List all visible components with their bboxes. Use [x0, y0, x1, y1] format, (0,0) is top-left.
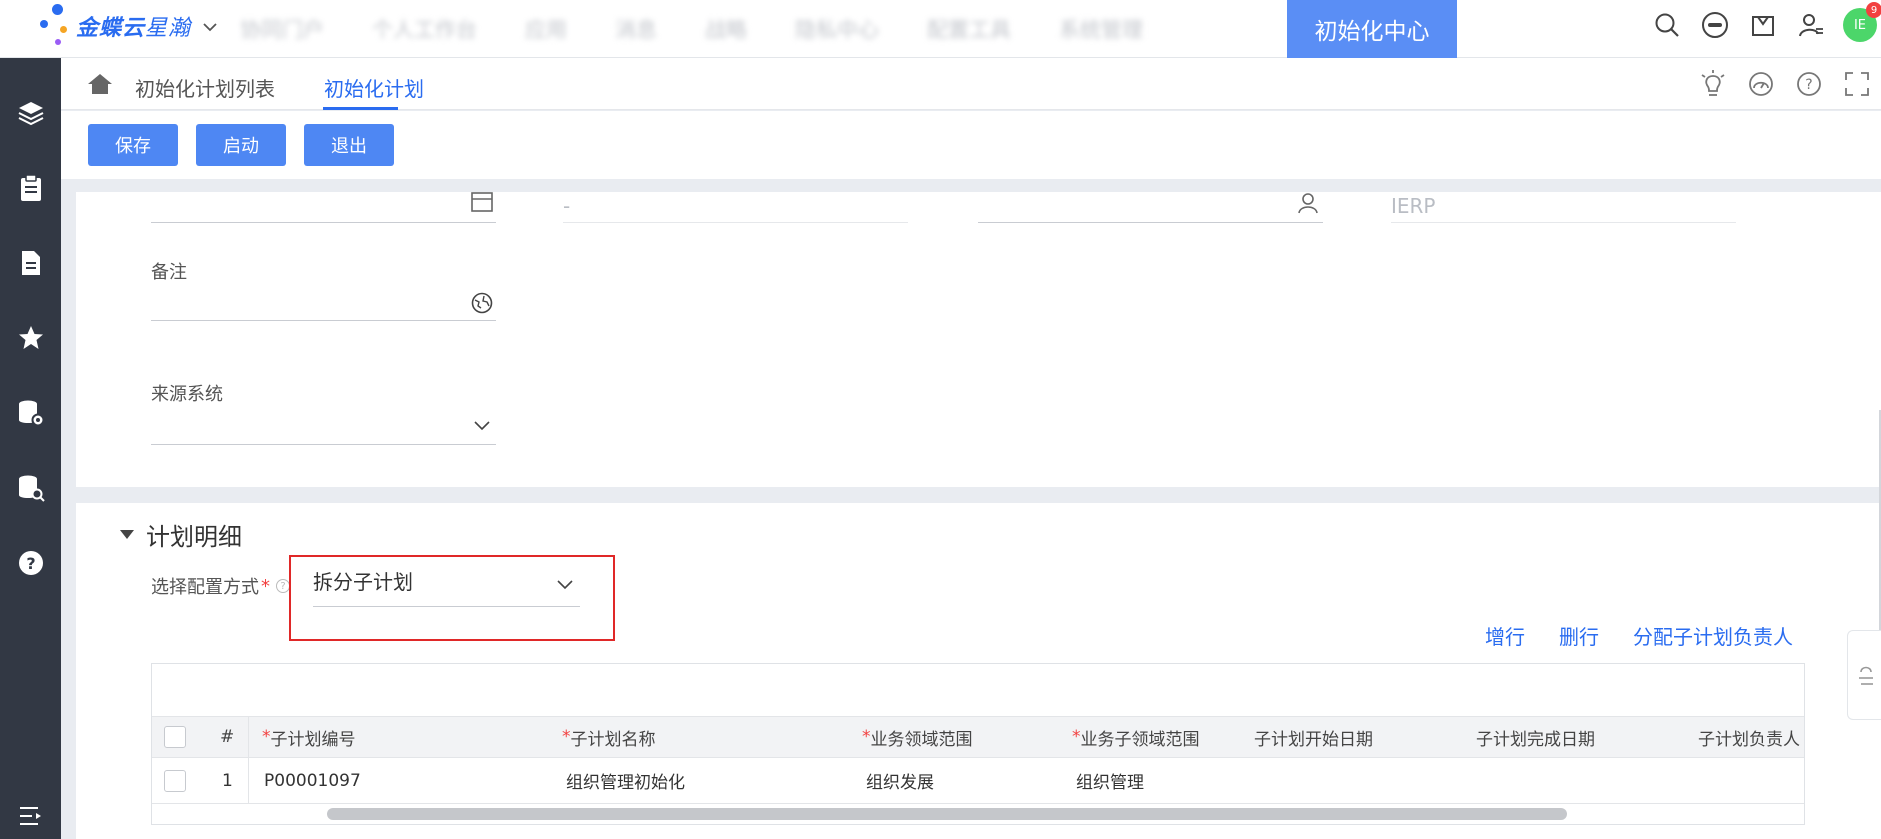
help-tooltip-icon[interactable]: ?	[276, 579, 290, 593]
column-header[interactable]: * 子计划名称	[562, 717, 656, 757]
logo-mark-icon	[38, 4, 74, 48]
table-row[interactable]: 1 P00001097 组织管理初始化 组织发展 组织管理	[152, 758, 1804, 804]
floating-side-tab[interactable]	[1847, 630, 1881, 720]
cloud-icon	[1858, 666, 1873, 685]
user-picker-icon[interactable]	[1298, 192, 1318, 219]
subdomain-cell[interactable]: 组织管理	[1076, 758, 1144, 803]
top-nav-item[interactable]: 消息	[615, 14, 657, 44]
source-system-label: 来源系统	[151, 384, 223, 405]
more-apps-icon[interactable]	[1691, 0, 1739, 50]
question-icon[interactable]: ?	[1785, 68, 1833, 100]
chevron-down-icon[interactable]	[557, 575, 573, 595]
calendar-icon[interactable]	[471, 192, 493, 217]
column-header[interactable]: * 业务子领域范围	[1072, 717, 1200, 757]
field-readonly-value: -	[563, 194, 571, 218]
add-row-link[interactable]: 增行	[1485, 621, 1525, 650]
home-icon[interactable]	[87, 72, 113, 101]
column-header[interactable]: 子计划完成日期	[1476, 717, 1595, 757]
language-globe-icon[interactable]	[471, 292, 493, 319]
frozen-column-divider	[248, 716, 249, 804]
chevron-down-icon[interactable]	[474, 416, 490, 436]
help-icon[interactable]: ?	[0, 538, 61, 588]
save-button[interactable]: 保存	[88, 124, 178, 166]
top-bar: 金蝶云星瀚 协同门户 个人工作台 应用 消息 战略 隐私中心 配置工具 系统管理…	[0, 0, 1881, 58]
start-button[interactable]: 启动	[196, 124, 286, 166]
star-icon[interactable]	[0, 313, 61, 363]
top-nav-item[interactable]: 隐私中心	[795, 14, 879, 44]
dashboard-icon[interactable]	[1737, 68, 1785, 100]
remark-label: 备注	[151, 262, 187, 283]
breadcrumb-item[interactable]: 初始化计划列表	[135, 73, 275, 102]
table-header: # * 子计划编号 * 子计划名称 * 业务领域范围 * 业务子领域范围 子计划开始日期…	[152, 716, 1804, 758]
top-nav: 协同门户 个人工作台 应用 消息 战略 隐私中心 配置工具 系统管理	[240, 0, 1191, 58]
breadcrumb-item-active[interactable]: 初始化计划	[324, 73, 424, 102]
sub-plan-name-cell[interactable]: 组织管理初始化	[566, 758, 685, 803]
plan-detail-section: 计划明细 选择配置方式 *? 拆分子计划 增行 删行 分配子计划负责人 # * 子计…	[76, 503, 1881, 839]
collapse-menu-icon[interactable]	[0, 791, 61, 839]
header-form: - IERP 备注 来源系统	[76, 192, 1881, 487]
assign-owner-link[interactable]: 分配子计划负责人	[1633, 621, 1793, 650]
svg-text:?: ?	[1805, 77, 1812, 93]
column-header: #	[220, 727, 235, 747]
domain-cell[interactable]: 组织发展	[866, 758, 934, 803]
collapse-caret-icon[interactable]	[120, 530, 134, 539]
row-index: 1	[222, 770, 233, 791]
column-header[interactable]: * 子计划编号	[262, 717, 356, 757]
column-header[interactable]: * 业务领域范围	[862, 717, 973, 757]
top-nav-item[interactable]: 配置工具	[927, 14, 1011, 44]
field-readonly-value: IERP	[1391, 194, 1436, 218]
database-settings-icon[interactable]	[0, 388, 61, 438]
config-method-label: 选择配置方式 *?	[151, 573, 290, 599]
top-nav-item[interactable]: 系统管理	[1059, 14, 1143, 44]
database-search-icon[interactable]	[0, 463, 61, 513]
sub-plan-code-cell[interactable]: P00001097	[264, 758, 361, 803]
source-system-select[interactable]	[151, 444, 496, 445]
exit-button[interactable]: 退出	[304, 124, 394, 166]
remark-input[interactable]	[151, 320, 496, 321]
top-nav-item[interactable]: 协同门户	[240, 14, 324, 44]
app-logo[interactable]: 金蝶云星瀚	[38, 4, 217, 48]
layers-icon[interactable]	[0, 88, 61, 138]
fullscreen-icon[interactable]	[1833, 68, 1881, 100]
top-nav-item[interactable]: 战略	[705, 14, 747, 44]
user-settings-icon[interactable]	[1787, 0, 1835, 50]
logo-text: 金蝶云星瀚	[76, 16, 192, 41]
section-header[interactable]: 计划明细	[120, 517, 242, 552]
column-header[interactable]: 子计划负责人	[1698, 717, 1800, 757]
column-header[interactable]: 子计划开始日期	[1254, 717, 1373, 757]
horizontal-scrollbar[interactable]	[327, 808, 1567, 820]
notification-badge: 9	[1866, 2, 1881, 18]
search-icon[interactable]	[1643, 0, 1691, 50]
config-method-select[interactable]: 拆分子计划	[313, 566, 413, 595]
user-field[interactable]	[978, 222, 1323, 223]
section-title: 计划明细	[146, 523, 242, 551]
top-icons: IE 9	[1643, 0, 1881, 50]
active-tab-indicator	[323, 107, 398, 110]
toolbar: 保存 启动 退出	[61, 111, 1881, 179]
select-all-checkbox[interactable]	[164, 717, 186, 757]
breadcrumb: 初始化计划列表 初始化计划 ?	[61, 58, 1881, 110]
document-icon[interactable]	[0, 238, 61, 288]
delete-row-link[interactable]: 删行	[1559, 621, 1599, 650]
left-sidebar: ?	[0, 58, 61, 839]
clipboard-icon[interactable]	[0, 163, 61, 213]
grid-actions: 增行 删行 分配子计划负责人	[1451, 621, 1793, 650]
chevron-down-icon[interactable]	[203, 17, 217, 36]
top-nav-item[interactable]: 应用	[525, 14, 567, 44]
select-underline	[313, 606, 580, 607]
readonly-field	[1391, 222, 1736, 223]
readonly-field	[563, 222, 908, 223]
page-tools: ?	[1689, 68, 1881, 100]
row-checkbox[interactable]	[164, 758, 186, 803]
avatar[interactable]: IE 9	[1843, 2, 1881, 42]
svg-text:?: ?	[26, 554, 35, 573]
lightbulb-icon[interactable]	[1689, 68, 1737, 100]
top-nav-item[interactable]: 个人工作台	[372, 14, 477, 44]
active-app-tab[interactable]: 初始化中心	[1287, 0, 1457, 58]
date-field[interactable]	[151, 222, 496, 223]
sub-plan-grid: # * 子计划编号 * 子计划名称 * 业务领域范围 * 业务子领域范围 子计划开始日期…	[151, 663, 1805, 825]
shop-bag-icon[interactable]	[1739, 0, 1787, 50]
